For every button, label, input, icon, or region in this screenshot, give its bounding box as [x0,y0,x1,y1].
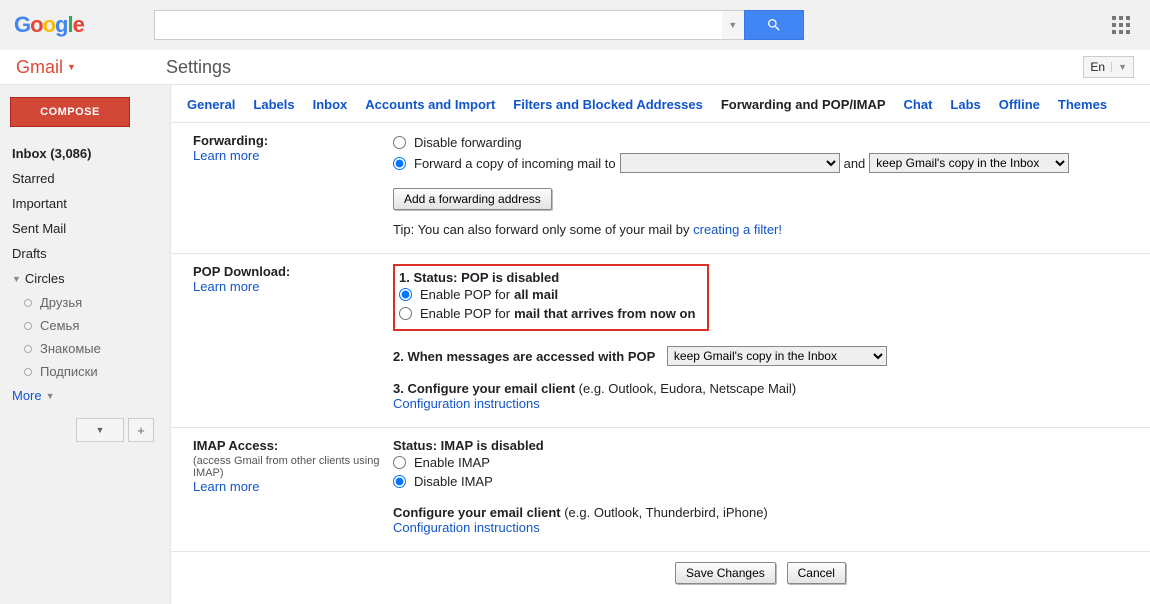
sidebar-add-button[interactable]: + [128,418,154,442]
add-forwarding-address-button[interactable]: Add a forwarding address [393,188,552,210]
tab-offline[interactable]: Offline [999,97,1040,112]
tab-themes[interactable]: Themes [1058,97,1107,112]
imap-config-example: (e.g. Outlook, Thunderbird, iPhone) [564,505,768,520]
sidebar-item-circles[interactable]: ▼ Circles [10,266,160,291]
radio-forward-copy[interactable] [393,157,406,170]
search-icon [766,17,782,33]
imap-config-label: Configure your email client [393,505,564,520]
create-filter-link[interactable]: creating a filter! [693,222,782,237]
tab-accounts[interactable]: Accounts and Import [365,97,495,112]
chevron-down-icon: ▼ [46,391,55,401]
sidebar-item-inbox[interactable]: Inbox (3,086) [10,141,160,166]
tab-labs[interactable]: Labs [950,97,980,112]
google-logo[interactable]: Google [14,12,84,38]
search-box: ▼ [154,10,804,40]
imap-config-link[interactable]: Configuration instructions [393,520,540,535]
tab-general[interactable]: General [187,97,235,112]
imap-status: Status: IMAP is disabled [393,438,544,453]
cancel-button[interactable]: Cancel [787,562,846,584]
label-pop-new-pre: Enable POP for [420,306,510,321]
search-input[interactable] [154,10,722,40]
app-switcher[interactable]: Gmail ▼ [16,57,76,78]
chevron-down-icon: ▼ [1111,62,1127,72]
tab-labels[interactable]: Labels [253,97,294,112]
chevron-down-icon: ▼ [96,425,105,435]
pop-config-link[interactable]: Configuration instructions [393,396,540,411]
pop-label: POP Download: [193,264,290,279]
pop-learn-more[interactable]: Learn more [193,279,259,294]
sidebar-item-drafts[interactable]: Drafts [10,241,160,266]
circle-item[interactable]: Друзья [10,291,160,314]
circle-item[interactable]: Семья [10,314,160,337]
save-changes-button[interactable]: Save Changes [675,562,776,584]
forward-email-select[interactable] [620,153,840,173]
app-label: Gmail [16,57,63,78]
pop-step3-label: 3. Configure your email client [393,381,579,396]
label-imap-disable: Disable IMAP [414,474,493,489]
forward-action-select[interactable]: keep Gmail's copy in the Inbox [869,153,1069,173]
circle-dot-icon [24,368,32,376]
label-pop-new-bold: mail that arrives from now on [514,306,695,321]
compose-button[interactable]: COMPOSE [10,97,130,127]
search-button[interactable] [744,10,804,40]
chevron-down-icon: ▼ [12,274,21,284]
circle-item[interactable]: Знакомые [10,337,160,360]
chevron-down-icon: ▼ [67,62,76,72]
imap-sublabel: (access Gmail from other clients using I… [193,455,393,479]
plus-icon: + [137,423,145,438]
label-pop-all-bold: all mail [514,287,558,302]
radio-pop-new[interactable] [399,307,412,320]
sidebar-item-starred[interactable]: Starred [10,166,160,191]
label-pop-all-pre: Enable POP for [420,287,510,302]
sidebar-item-sent[interactable]: Sent Mail [10,216,160,241]
radio-imap-enable[interactable] [393,456,406,469]
apps-icon[interactable] [1112,16,1130,34]
circle-dot-icon [24,345,32,353]
tab-forwarding[interactable]: Forwarding and POP/IMAP [721,97,886,112]
tab-inbox[interactable]: Inbox [313,97,348,112]
sidebar-dropdown-button[interactable]: ▼ [76,418,124,442]
sidebar-item-important[interactable]: Important [10,191,160,216]
radio-imap-disable[interactable] [393,475,406,488]
pop-step3-example: (e.g. Outlook, Eudora, Netscape Mail) [579,381,797,396]
tab-chat[interactable]: Chat [904,97,933,112]
pop-highlight-box: 1. Status: POP is disabled Enable POP fo… [393,264,709,331]
radio-disable-forwarding[interactable] [393,136,406,149]
pop-step2-label: 2. When messages are accessed with POP [393,349,655,364]
label-and: and [844,156,866,171]
search-options-dropdown[interactable]: ▼ [722,10,744,40]
circle-dot-icon [24,299,32,307]
page-title: Settings [166,57,231,78]
settings-tabs: General Labels Inbox Accounts and Import… [171,85,1150,123]
imap-learn-more[interactable]: Learn more [193,479,259,494]
label-forward-copy: Forward a copy of incoming mail to [414,156,616,171]
pop-status: 1. Status: POP is disabled [399,270,559,285]
sidebar-item-more[interactable]: More▼ [10,383,160,408]
radio-pop-all[interactable] [399,288,412,301]
forwarding-tip: Tip: You can also forward only some of y… [393,222,693,237]
imap-label: IMAP Access: [193,438,278,453]
forwarding-learn-more[interactable]: Learn more [193,148,259,163]
pop-action-select[interactable]: keep Gmail's copy in the Inbox [667,346,887,366]
label-disable-forwarding: Disable forwarding [414,135,522,150]
circle-item[interactable]: Подписки [10,360,160,383]
tab-filters[interactable]: Filters and Blocked Addresses [513,97,703,112]
label-imap-enable: Enable IMAP [414,455,490,470]
forwarding-label: Forwarding: [193,133,268,148]
circle-dot-icon [24,322,32,330]
language-switcher[interactable]: En ▼ [1083,56,1134,78]
